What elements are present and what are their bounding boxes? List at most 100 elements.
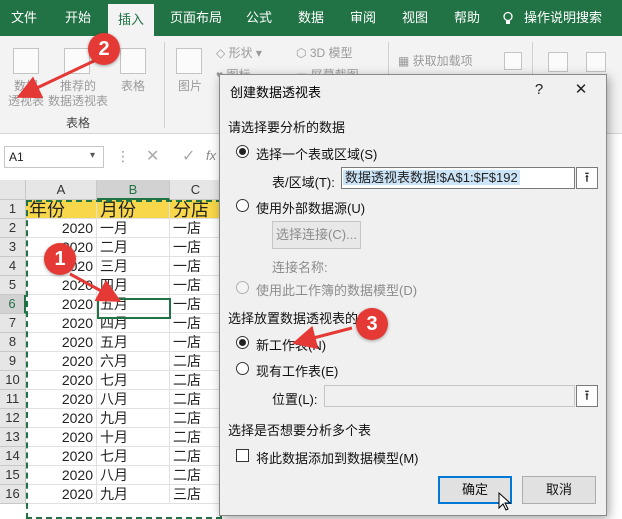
table-cell[interactable]: 六月 bbox=[97, 352, 170, 371]
tab-home[interactable]: 开始 bbox=[58, 0, 98, 36]
location-collapse-button[interactable]: ⭱ bbox=[576, 385, 598, 407]
chevron-down-icon[interactable]: ▾ bbox=[90, 150, 95, 161]
row-header[interactable]: 16 bbox=[0, 485, 26, 504]
shapes-button[interactable]: ◇ 形状 ▾ bbox=[216, 44, 262, 61]
table-cell[interactable]: 一店 bbox=[170, 238, 222, 257]
table-cell[interactable]: 四月 bbox=[97, 276, 170, 295]
enter-icon[interactable]: ✓ bbox=[182, 146, 195, 166]
table-cell[interactable]: 二店 bbox=[170, 466, 222, 485]
table-cell[interactable]: 2020 bbox=[26, 409, 97, 428]
table-cell[interactable]: 2020 bbox=[26, 295, 97, 314]
table-cell[interactable]: 五月 bbox=[97, 295, 170, 314]
recommended-charts-icon[interactable] bbox=[548, 52, 568, 72]
choose-connection-button[interactable]: 选择连接(C)... bbox=[272, 221, 361, 249]
help-icon[interactable]: ? bbox=[528, 79, 550, 101]
table-cell[interactable]: 一店 bbox=[170, 257, 222, 276]
table-cell[interactable]: 2020 bbox=[26, 314, 97, 333]
radio-existing-worksheet-label[interactable]: 现有工作表(E) bbox=[256, 361, 338, 380]
location-input[interactable] bbox=[324, 385, 575, 407]
tab-help[interactable]: 帮助 bbox=[446, 0, 488, 36]
header-cell[interactable]: 月份 bbox=[97, 200, 170, 219]
radio-external-source-label[interactable]: 使用外部数据源(U) bbox=[256, 198, 365, 217]
row-header[interactable]: 7 bbox=[0, 314, 26, 333]
name-box[interactable]: A1 bbox=[4, 146, 104, 168]
table-cell[interactable]: 2020 bbox=[26, 485, 97, 504]
tab-insert[interactable]: 插入 bbox=[108, 4, 154, 36]
radio-existing-worksheet[interactable] bbox=[236, 362, 249, 375]
table-cell[interactable]: 2020 bbox=[26, 371, 97, 390]
table-cell[interactable]: 二店 bbox=[170, 447, 222, 466]
tell-me-search[interactable]: 操作说明搜索 bbox=[524, 0, 608, 36]
column-header-a[interactable]: A bbox=[26, 180, 97, 200]
table-cell[interactable]: 一店 bbox=[170, 295, 222, 314]
table-cell[interactable]: 二店 bbox=[170, 428, 222, 447]
table-cell[interactable]: 2020 bbox=[26, 390, 97, 409]
table-cell[interactable]: 2020 bbox=[26, 428, 97, 447]
row-header[interactable]: 15 bbox=[0, 466, 26, 485]
row-header[interactable]: 12 bbox=[0, 409, 26, 428]
select-all-corner[interactable] bbox=[0, 180, 26, 200]
add-to-data-model-checkbox[interactable] bbox=[236, 449, 249, 462]
table-cell[interactable]: 四月 bbox=[97, 314, 170, 333]
table-cell[interactable]: 一店 bbox=[170, 219, 222, 238]
table-cell[interactable]: 2020 bbox=[26, 333, 97, 352]
column-header-b[interactable]: B bbox=[97, 180, 170, 200]
table-cell[interactable]: 2020 bbox=[26, 276, 97, 295]
table-cell[interactable]: 二月 bbox=[97, 238, 170, 257]
header-cell[interactable]: 分店 bbox=[170, 200, 222, 219]
row-header[interactable]: 2 bbox=[0, 219, 26, 238]
column-header-c[interactable]: C bbox=[170, 180, 222, 200]
tab-data[interactable]: 数据 bbox=[290, 0, 332, 36]
row-header[interactable]: 8 bbox=[0, 333, 26, 352]
row-header[interactable]: 10 bbox=[0, 371, 26, 390]
radio-data-model-label[interactable]: 使用此工作簿的数据模型(D) bbox=[256, 280, 417, 299]
table-cell[interactable]: 八月 bbox=[97, 466, 170, 485]
table-cell[interactable]: 一月 bbox=[97, 219, 170, 238]
row-header[interactable]: 13 bbox=[0, 428, 26, 447]
table-cell[interactable]: 二店 bbox=[170, 409, 222, 428]
range-input[interactable]: 数据透视表数据!$A$1:$F$192 bbox=[341, 167, 575, 189]
radio-new-worksheet-label[interactable]: 新工作表(N) bbox=[256, 335, 326, 354]
table-cell[interactable]: 九月 bbox=[97, 409, 170, 428]
row-header[interactable]: 1 bbox=[0, 200, 26, 219]
table-cell[interactable]: 七月 bbox=[97, 447, 170, 466]
tab-file[interactable]: 文件 bbox=[4, 0, 44, 36]
pivottable-button[interactable]: 数据 透视表 bbox=[6, 79, 46, 109]
table-cell[interactable]: 三店 bbox=[170, 485, 222, 504]
table-cell[interactable]: 一店 bbox=[170, 333, 222, 352]
row-header[interactable]: 14 bbox=[0, 447, 26, 466]
add-to-data-model-label[interactable]: 将此数据添加到数据模型(M) bbox=[256, 448, 419, 467]
3d-models-button[interactable]: ⬡ 3D 模型 bbox=[296, 44, 353, 61]
tab-review[interactable]: 审阅 bbox=[342, 0, 384, 36]
table-cell[interactable]: 八月 bbox=[97, 390, 170, 409]
cancel-icon[interactable]: ✕ bbox=[146, 146, 159, 166]
table-cell[interactable]: 十月 bbox=[97, 428, 170, 447]
row-header[interactable]: 6 bbox=[0, 295, 26, 314]
table-cell[interactable]: 二店 bbox=[170, 371, 222, 390]
header-cell[interactable]: 年份 bbox=[26, 200, 97, 219]
row-header[interactable]: 4 bbox=[0, 257, 26, 276]
row-header[interactable]: 3 bbox=[0, 238, 26, 257]
table-button[interactable]: 表格 bbox=[114, 79, 152, 94]
table-cell[interactable]: 2020 bbox=[26, 447, 97, 466]
fx-icon[interactable]: fx bbox=[206, 148, 216, 163]
radio-select-range-label[interactable]: 选择一个表或区域(S) bbox=[256, 144, 377, 163]
get-addins-button[interactable]: ▦ 获取加载项 bbox=[398, 52, 473, 69]
table-cell[interactable]: 九月 bbox=[97, 485, 170, 504]
tab-page-layout[interactable]: 页面布局 bbox=[164, 0, 228, 36]
tab-formulas[interactable]: 公式 bbox=[238, 0, 280, 36]
range-collapse-button[interactable]: ⭱ bbox=[576, 167, 598, 189]
table-cell[interactable]: 2020 bbox=[26, 219, 97, 238]
row-header[interactable]: 9 bbox=[0, 352, 26, 371]
chart-icon[interactable] bbox=[586, 52, 606, 72]
tab-view[interactable]: 视图 bbox=[394, 0, 436, 36]
radio-select-range[interactable] bbox=[236, 145, 249, 158]
table-cell[interactable]: 五月 bbox=[97, 333, 170, 352]
table-cell[interactable]: 三月 bbox=[97, 257, 170, 276]
recommended-pivottables-button[interactable]: 推荐的 数据透视表 bbox=[46, 79, 110, 109]
pictures-button[interactable]: 图片 bbox=[172, 79, 208, 94]
table-cell[interactable]: 一店 bbox=[170, 314, 222, 333]
online-video-icon[interactable] bbox=[504, 52, 522, 70]
row-header[interactable]: 5 bbox=[0, 276, 26, 295]
radio-new-worksheet[interactable] bbox=[236, 336, 249, 349]
